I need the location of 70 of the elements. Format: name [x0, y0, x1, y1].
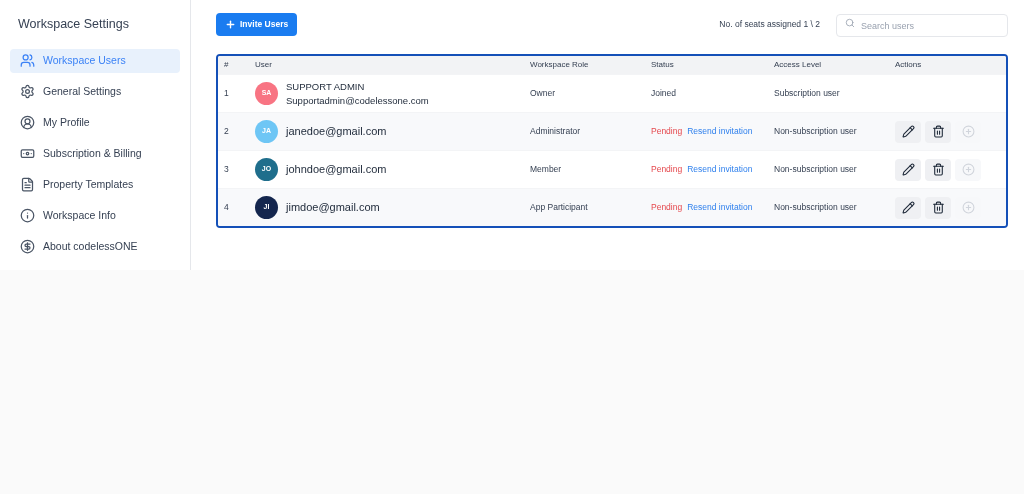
sidebar-item[interactable]: About codelessONE: [10, 234, 180, 259]
access-level-text: Non-subscription user: [774, 201, 858, 214]
column-header: Status: [651, 59, 675, 71]
status-text: Pending: [651, 201, 683, 214]
row-number: 1: [224, 87, 230, 100]
role-text: Owner: [530, 87, 557, 100]
sidebar-item[interactable]: General Settings: [10, 79, 180, 104]
role-text: App Participant: [530, 201, 589, 214]
column-header: Actions: [895, 59, 923, 71]
search-field[interactable]: Search users: [836, 14, 1008, 38]
edit-button[interactable]: [895, 120, 921, 143]
sidebar-item-label: Workspace Users: [43, 52, 126, 68]
row-number: 3: [224, 163, 230, 176]
plus-icon: [225, 19, 236, 30]
trash-icon: [931, 201, 945, 214]
status-text: Pending: [651, 125, 683, 138]
document-icon: [20, 177, 35, 193]
sidebar-item[interactable]: Workspace Info: [10, 203, 180, 228]
trash-icon: [931, 163, 945, 176]
resend-invitation-link[interactable]: Resend invitation: [687, 201, 753, 214]
user-email: Supportadmin@codelessone.com: [286, 93, 429, 108]
sidebar-item-label: Subscription & Billing: [43, 145, 142, 161]
search-icon: [845, 17, 855, 28]
sidebar-item[interactable]: My Profile: [10, 110, 180, 135]
access-level-text: Non-subscription user: [774, 163, 858, 176]
role-text: Administrator: [530, 125, 582, 138]
info-icon: [20, 208, 35, 224]
row-number: 4: [224, 201, 230, 214]
user-name: SUPPORT ADMIN: [286, 79, 366, 94]
delete-button[interactable]: [925, 196, 951, 219]
edit-button[interactable]: [895, 196, 921, 219]
user-email: johndoe@gmail.com: [286, 162, 387, 178]
sidebar-item[interactable]: Property Templates: [10, 172, 180, 197]
delete-button[interactable]: [925, 158, 951, 181]
sidebar-item-label: My Profile: [43, 114, 90, 130]
seats-count: No. of seats assigned 1 \ 2: [719, 18, 820, 31]
sidebar-title: Workspace Settings: [17, 16, 130, 33]
resend-invitation-link[interactable]: Resend invitation: [687, 163, 753, 176]
resend-invitation-link[interactable]: Resend invitation: [687, 125, 753, 138]
access-level-text: Subscription user: [774, 87, 841, 100]
column-header: User: [255, 59, 273, 71]
sidebar-item-label: Workspace Info: [43, 207, 116, 223]
plus-circle-icon: [961, 163, 975, 176]
plus-circle-icon: [961, 125, 975, 138]
pencil-icon: [901, 201, 915, 214]
logo-icon: [20, 239, 35, 255]
status-text: Pending: [651, 163, 683, 176]
status-text: Joined: [651, 87, 677, 100]
plus-circle-icon: [961, 201, 975, 214]
column-header: #: [224, 59, 230, 71]
column-header: Workspace Role: [530, 59, 590, 71]
column-header: Access Level: [774, 59, 823, 71]
trash-icon: [931, 125, 945, 138]
sidebar-item-label: General Settings: [43, 83, 122, 99]
pencil-icon: [901, 163, 915, 176]
delete-button[interactable]: [925, 120, 951, 143]
row-number: 2: [224, 125, 230, 138]
settings-icon: [20, 84, 35, 100]
sidebar-item-label: About codelessONE: [43, 238, 138, 254]
sidebar-item-label: Property Templates: [43, 176, 134, 192]
role-text: Member: [530, 163, 563, 176]
user-email: janedoe@gmail.com: [286, 124, 387, 140]
access-level-text: Non-subscription user: [774, 125, 858, 138]
profile-icon: [20, 115, 35, 131]
user-email: jimdoe@gmail.com: [286, 200, 380, 216]
users-icon: [20, 53, 35, 69]
pencil-icon: [901, 125, 915, 138]
sidebar-item[interactable]: Subscription & Billing: [10, 141, 180, 166]
invite-users-button[interactable]: Invite Users: [216, 13, 298, 36]
edit-button[interactable]: [895, 158, 921, 181]
